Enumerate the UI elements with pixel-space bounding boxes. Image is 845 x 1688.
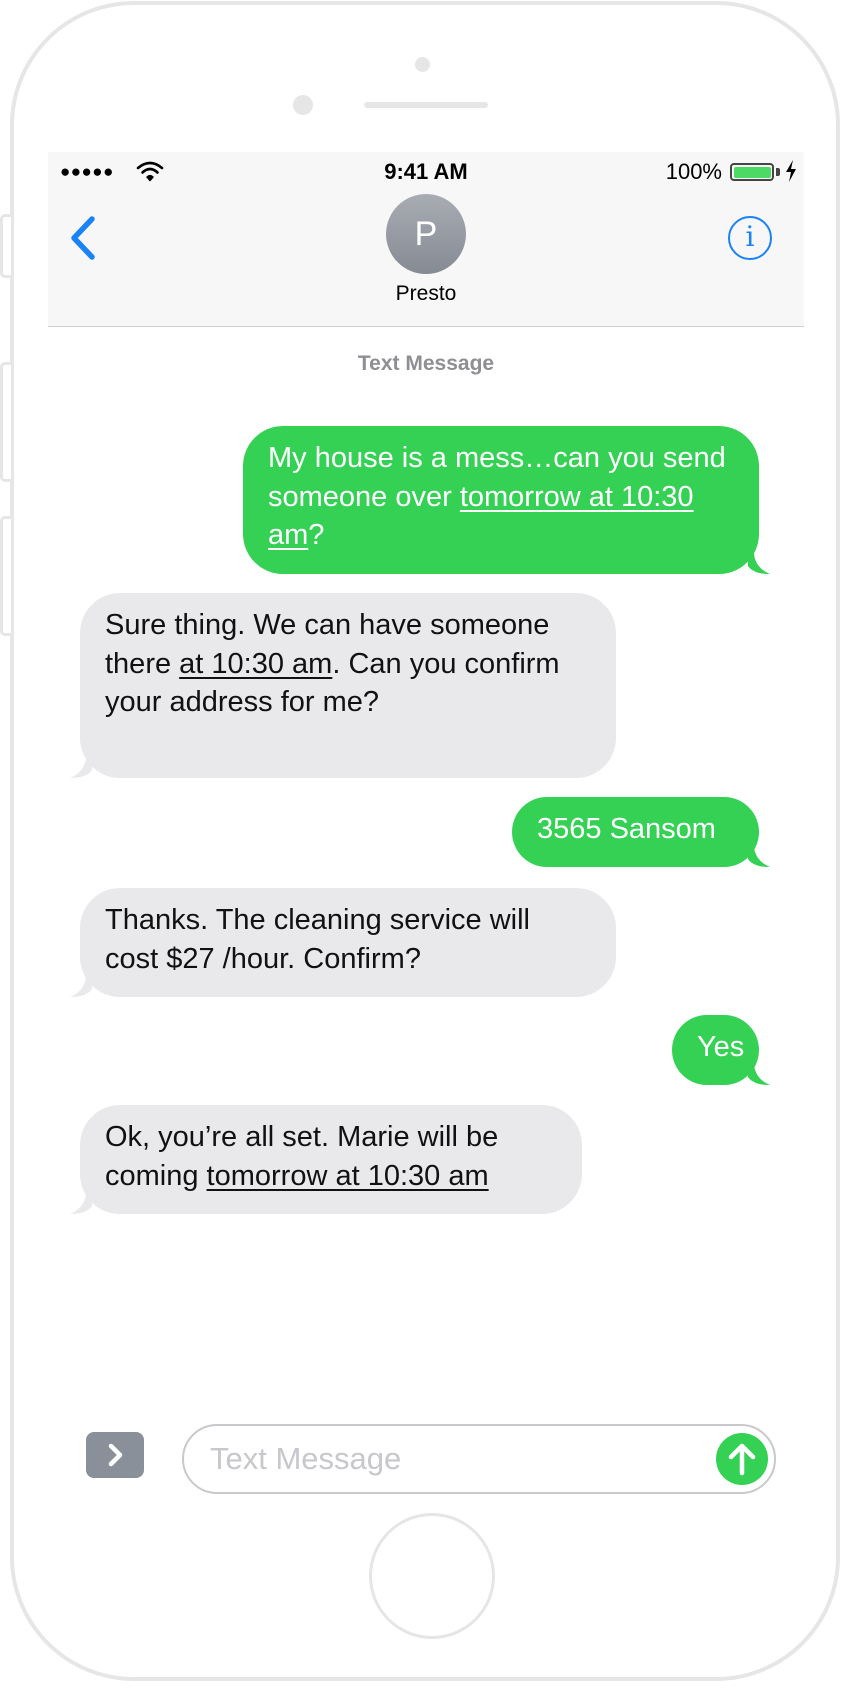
bubble-tail-received — [70, 975, 92, 997]
status-bar: ●●●●● 9:41 AM 100% — [48, 152, 804, 192]
bubble-tail-received — [70, 1192, 92, 1214]
message-bubble-sent: 3565 Sansom — [512, 797, 759, 867]
battery-percentage: 100% — [665, 159, 722, 184]
avatar[interactable]: P — [386, 194, 466, 274]
home-button[interactable] — [369, 1513, 495, 1639]
bubble-tail-sent — [748, 845, 770, 867]
mute-switch — [0, 214, 11, 278]
battery-full-icon — [730, 163, 774, 181]
message-text: ? — [308, 519, 325, 551]
navigation-bar: ●●●●● 9:41 AM 100% P Presto i — [48, 152, 804, 327]
charging-bolt-icon — [786, 160, 796, 182]
thread-label: Text Message — [357, 352, 495, 375]
bubble-tail-received — [70, 756, 92, 778]
front-camera — [293, 95, 313, 115]
contact-name[interactable]: Presto — [48, 281, 804, 307]
message-bubble-received: Ok, you’re all set. Marie will be coming… — [80, 1105, 582, 1214]
page: ●●●●● 9:41 AM 100% P Presto i Text Messa… — [0, 0, 845, 1688]
message-text: Thanks. The cleaning service will cost $… — [105, 904, 530, 975]
message-input-placeholder: Text Message — [210, 1441, 402, 1476]
chevron-right-icon — [108, 1443, 123, 1467]
screen: ●●●●● 9:41 AM 100% P Presto i Text Messa… — [48, 152, 804, 1500]
send-button[interactable] — [716, 1433, 768, 1485]
volume-up-button — [0, 362, 11, 482]
bubble-tail-sent — [748, 1063, 770, 1085]
earpiece-speaker — [364, 102, 488, 108]
message-bubble-sent: Yes — [672, 1015, 759, 1085]
proximity-sensor — [415, 57, 430, 72]
chevron-left-icon[interactable] — [66, 214, 102, 262]
date-link[interactable]: tomorrow at 10:30 am — [207, 1160, 489, 1192]
battery-cap — [776, 168, 780, 176]
bubble-tail-sent — [748, 552, 770, 574]
arrow-up-icon — [728, 1443, 756, 1476]
date-link[interactable]: at 10:30 am — [179, 648, 332, 680]
message-bubble-received: Thanks. The cleaning service will cost $… — [80, 888, 616, 997]
volume-down-button — [0, 516, 11, 636]
info-circle-icon[interactable]: i — [728, 216, 772, 260]
message-bubble-sent: My house is a mess…can you send someone … — [243, 426, 759, 574]
message-text: 3565 Sansom — [537, 813, 716, 845]
message-input[interactable]: Text Message — [182, 1424, 776, 1494]
message-text: Yes — [697, 1031, 745, 1063]
apps-expand-button[interactable] — [86, 1432, 144, 1478]
message-bubble-received: Sure thing. We can have someone there at… — [80, 593, 616, 778]
